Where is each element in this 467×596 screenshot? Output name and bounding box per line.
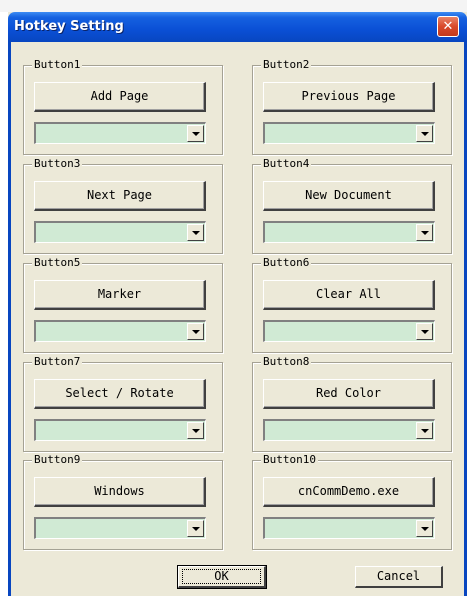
group-button3: Button3 Next Page — [23, 157, 223, 254]
group-button7: Button7 Select / Rotate — [23, 355, 223, 452]
chevron-down-icon[interactable] — [187, 323, 204, 340]
hotkey-combo-5[interactable] — [34, 320, 206, 342]
group-button4: Button4 New Document — [252, 157, 452, 254]
background-strip — [0, 0, 467, 12]
hotkey-combo-8[interactable] — [263, 419, 435, 441]
hotkey-setting-dialog: Hotkey Setting ✕ Button1 Add Page Button… — [8, 12, 467, 596]
hotkey-combo-7[interactable] — [34, 419, 206, 441]
chevron-down-icon[interactable] — [416, 520, 433, 537]
title-bar[interactable]: Hotkey Setting ✕ — [8, 12, 467, 42]
group-label: Button3 — [32, 157, 83, 170]
group-label: Button7 — [32, 355, 83, 368]
focus-rectangle — [182, 569, 261, 584]
group-label: Button10 — [261, 453, 318, 466]
chevron-down-icon[interactable] — [187, 125, 204, 142]
hotkey-combo-6[interactable] — [263, 320, 435, 342]
close-icon: ✕ — [442, 19, 454, 34]
window-title: Hotkey Setting — [14, 19, 124, 34]
group-button9: Button9 Windows — [23, 453, 223, 550]
ok-button[interactable]: OK — [177, 565, 267, 589]
chevron-down-icon[interactable] — [187, 520, 204, 537]
cancel-button[interactable]: Cancel — [355, 566, 443, 588]
hotkey-button-7[interactable]: Select / Rotate — [34, 379, 206, 409]
hotkey-combo-9[interactable] — [34, 517, 206, 539]
hotkey-combo-1[interactable] — [34, 122, 206, 144]
hotkey-button-1[interactable]: Add Page — [34, 82, 206, 112]
group-label: Button9 — [32, 453, 83, 466]
chevron-down-icon[interactable] — [416, 422, 433, 439]
group-label: Button5 — [32, 256, 83, 269]
hotkey-combo-10[interactable] — [263, 517, 435, 539]
window-border-left — [8, 42, 11, 596]
chevron-down-icon[interactable] — [187, 224, 204, 241]
hotkey-button-4[interactable]: New Document — [263, 181, 435, 211]
hotkey-combo-2[interactable] — [263, 122, 435, 144]
chevron-down-icon[interactable] — [416, 125, 433, 142]
hotkey-button-8[interactable]: Red Color — [263, 379, 435, 409]
group-button6: Button6 Clear All — [252, 256, 452, 353]
hotkey-button-3[interactable]: Next Page — [34, 181, 206, 211]
hotkey-button-10[interactable]: cnCommDemo.exe — [263, 477, 435, 507]
group-label: Button6 — [261, 256, 312, 269]
group-button5: Button5 Marker — [23, 256, 223, 353]
chevron-down-icon[interactable] — [187, 422, 204, 439]
group-button1: Button1 Add Page — [23, 58, 223, 155]
hotkey-button-5[interactable]: Marker — [34, 280, 206, 310]
chevron-down-icon[interactable] — [416, 323, 433, 340]
hotkey-button-2[interactable]: Previous Page — [263, 82, 435, 112]
group-button2: Button2 Previous Page — [252, 58, 452, 155]
close-button[interactable]: ✕ — [437, 16, 459, 37]
hotkey-combo-4[interactable] — [263, 221, 435, 243]
chevron-down-icon[interactable] — [416, 224, 433, 241]
group-label: Button8 — [261, 355, 312, 368]
hotkey-combo-3[interactable] — [34, 221, 206, 243]
group-label: Button2 — [261, 58, 312, 71]
hotkey-button-9[interactable]: Windows — [34, 477, 206, 507]
group-button10: Button10 cnCommDemo.exe — [252, 453, 452, 550]
hotkey-button-6[interactable]: Clear All — [263, 280, 435, 310]
group-button8: Button8 Red Color — [252, 355, 452, 452]
group-label: Button4 — [261, 157, 312, 170]
group-label: Button1 — [32, 58, 83, 71]
